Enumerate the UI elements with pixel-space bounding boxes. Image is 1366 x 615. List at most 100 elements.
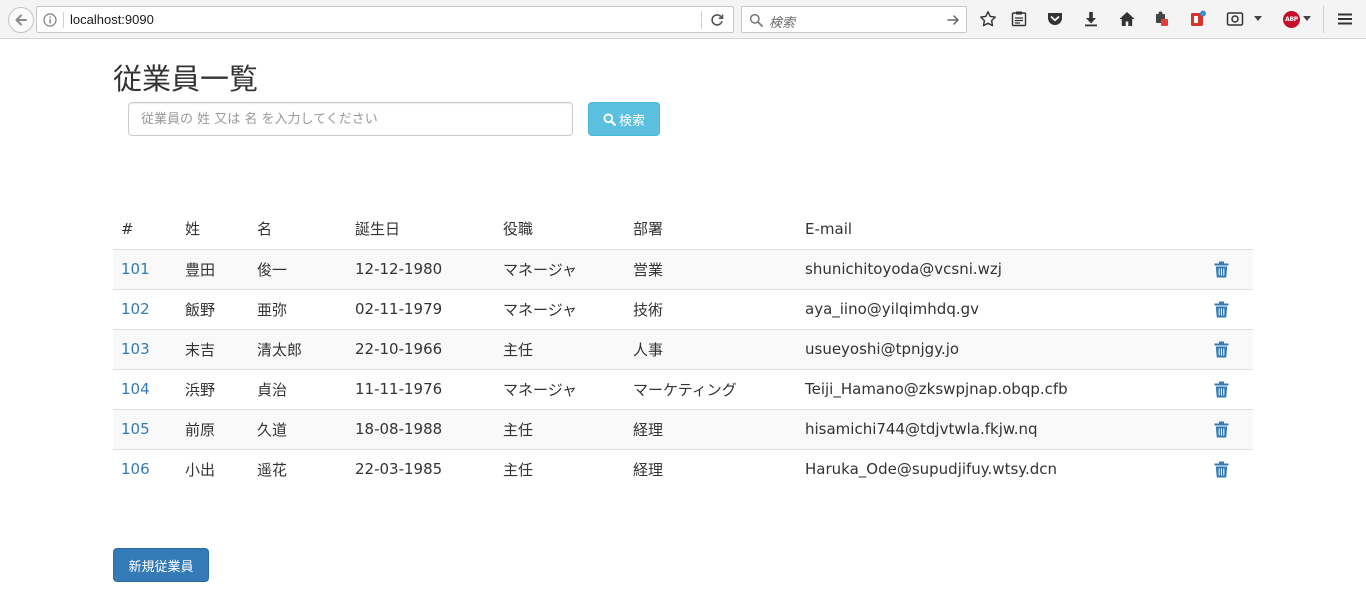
- column-header-title: 役職: [495, 209, 625, 250]
- email-cell: Teiji_Hamano@zkswpjnap.obqp.cfb: [797, 369, 1195, 410]
- last-name-cell: 前原: [177, 409, 249, 450]
- title-cell: マネージャ: [495, 289, 625, 330]
- birthday-cell: 11-11-1976: [347, 369, 495, 410]
- reload-separator: [701, 11, 702, 29]
- column-header-actions: [1195, 209, 1253, 250]
- column-header-id: #: [113, 209, 177, 250]
- birthday-cell: 18-08-1988: [347, 409, 495, 450]
- employee-search-input[interactable]: [128, 102, 573, 136]
- last-name-cell: 小出: [185, 460, 216, 479]
- id-cell: 104: [113, 369, 177, 410]
- employee-id-link[interactable]: 105: [121, 420, 150, 438]
- first-name-cell: 亜弥: [249, 289, 347, 330]
- first-name-cell: 遥花: [257, 460, 288, 479]
- arrow-right-icon[interactable]: [946, 13, 960, 27]
- department-cell: 技術: [625, 289, 797, 330]
- title-cell: 主任: [503, 460, 534, 479]
- trash-icon[interactable]: [1214, 421, 1229, 438]
- department-cell: マーケティング: [625, 369, 797, 410]
- info-icon[interactable]: [43, 13, 57, 27]
- title-cell: 主任: [495, 329, 625, 370]
- column-header-last-name: 姓: [177, 209, 249, 250]
- employee-id-link[interactable]: 102: [121, 300, 150, 318]
- trash-icon[interactable]: [1214, 301, 1229, 318]
- screenshot-camera-icon[interactable]: [1226, 10, 1244, 28]
- table-row: 102 飯野 亜弥 02-11-1979 マネージャ 技術 aya_iino@y…: [113, 289, 1253, 330]
- employee-table: # 姓 名 誕生日 役職 部署 E-mail 101 豊田 俊一 12-12-1…: [113, 209, 1253, 489]
- table-row: 101 豊田 俊一 12-12-1980 マネージャ 営業 shunichito…: [113, 249, 1253, 290]
- birthday-cell: 02-11-1979: [347, 289, 495, 330]
- last-name-cell: 豊田: [177, 249, 249, 290]
- actions-cell: [1195, 449, 1253, 489]
- table-row: 106 小出 遥花 22-03-1985 主任 経理 Haruka_Ode@su…: [113, 449, 1253, 489]
- table-header-row: # 姓 名 誕生日 役職 部署 E-mail: [113, 209, 1253, 250]
- browser-toolbar: localhost:9090 検索 ABP: [0, 0, 1366, 39]
- table-row: 105 前原 久道 18-08-1988 主任 経理 hisamichi744@…: [113, 409, 1253, 450]
- browser-search-bar[interactable]: 検索: [741, 6, 967, 33]
- id-cell: 103: [113, 329, 177, 370]
- toolbar-separator: [1323, 6, 1324, 33]
- adblock-caret-icon: [1303, 16, 1311, 21]
- search-button-label: 検索: [618, 113, 645, 129]
- birthday-cell: 22-10-1966: [347, 329, 495, 370]
- title-cell: マネージャ: [495, 249, 625, 290]
- home-icon[interactable]: [1118, 10, 1136, 28]
- birthday-cell: 12-12-1980: [347, 249, 495, 290]
- title-cell: 主任: [495, 409, 625, 450]
- employee-id-link[interactable]: 103: [121, 340, 150, 358]
- first-name-cell: 貞治: [249, 369, 347, 410]
- email-cell: usueyoshi@tpnjgy.jo: [797, 329, 1195, 370]
- birthday-cell: 22-03-1985: [355, 460, 443, 479]
- table-row: 103 末吉 清太郎 22-10-1966 主任 人事 usueyoshi@tp…: [113, 329, 1253, 370]
- employee-id-link[interactable]: 106: [121, 460, 150, 478]
- trash-icon[interactable]: [1214, 461, 1229, 478]
- department-cell: 営業: [625, 249, 797, 290]
- reader-list-icon[interactable]: [1010, 10, 1028, 28]
- search-icon: [603, 112, 616, 126]
- id-cell: 102: [113, 289, 177, 330]
- url-separator: [63, 12, 64, 28]
- extension-badge-icon[interactable]: [1189, 10, 1207, 28]
- actions-cell: [1195, 249, 1253, 290]
- dropdown-caret-icon[interactable]: [1253, 10, 1263, 28]
- department-cell: 経理: [625, 409, 797, 450]
- first-name-cell: 俊一: [249, 249, 347, 290]
- employee-id-link[interactable]: 104: [121, 380, 150, 398]
- email-cell: hisamichi744@tdjvtwla.fkjw.nq: [797, 409, 1195, 450]
- actions-cell: [1195, 289, 1253, 330]
- actions-cell: [1195, 409, 1253, 450]
- trash-icon[interactable]: [1214, 261, 1229, 278]
- department-cell: 経理: [633, 460, 664, 479]
- page-title: 従業員一覧: [113, 62, 259, 96]
- id-cell: 106: [113, 449, 177, 489]
- id-cell: 101: [113, 249, 177, 290]
- email-cell: shunichitoyoda@vcsni.wzj: [797, 249, 1195, 290]
- last-name-cell: 飯野: [177, 289, 249, 330]
- employee-id-link[interactable]: 101: [121, 260, 150, 278]
- actions-cell: [1195, 329, 1253, 370]
- column-header-birthday: 誕生日: [347, 209, 495, 250]
- reload-icon[interactable]: [709, 12, 725, 28]
- back-button[interactable]: [8, 7, 34, 33]
- url-bar[interactable]: localhost:9090: [36, 6, 734, 33]
- title-cell: マネージャ: [495, 369, 625, 410]
- trash-icon[interactable]: [1214, 341, 1229, 358]
- last-name-cell: 末吉: [177, 329, 249, 370]
- department-cell: 人事: [625, 329, 797, 370]
- adblock-menu[interactable]: ABP: [1283, 10, 1313, 28]
- browser-search-placeholder: 検索: [769, 15, 796, 30]
- search-button[interactable]: 検索: [588, 102, 660, 136]
- first-name-cell: 清太郎: [249, 329, 347, 370]
- adblock-icon: ABP: [1283, 10, 1300, 28]
- download-icon[interactable]: [1082, 10, 1100, 28]
- pocket-icon[interactable]: [1046, 10, 1064, 28]
- hamburger-menu-icon[interactable]: [1336, 10, 1354, 28]
- extension-puzzle-icon[interactable]: [1153, 10, 1171, 28]
- bookmark-star-icon[interactable]: [979, 10, 997, 28]
- url-text[interactable]: localhost:9090: [70, 12, 154, 27]
- column-header-first-name: 名: [249, 209, 347, 250]
- back-arrow-icon: [15, 14, 27, 26]
- last-name-cell: 浜野: [177, 369, 249, 410]
- new-employee-button[interactable]: 新規従業員: [113, 548, 209, 582]
- trash-icon[interactable]: [1214, 381, 1229, 398]
